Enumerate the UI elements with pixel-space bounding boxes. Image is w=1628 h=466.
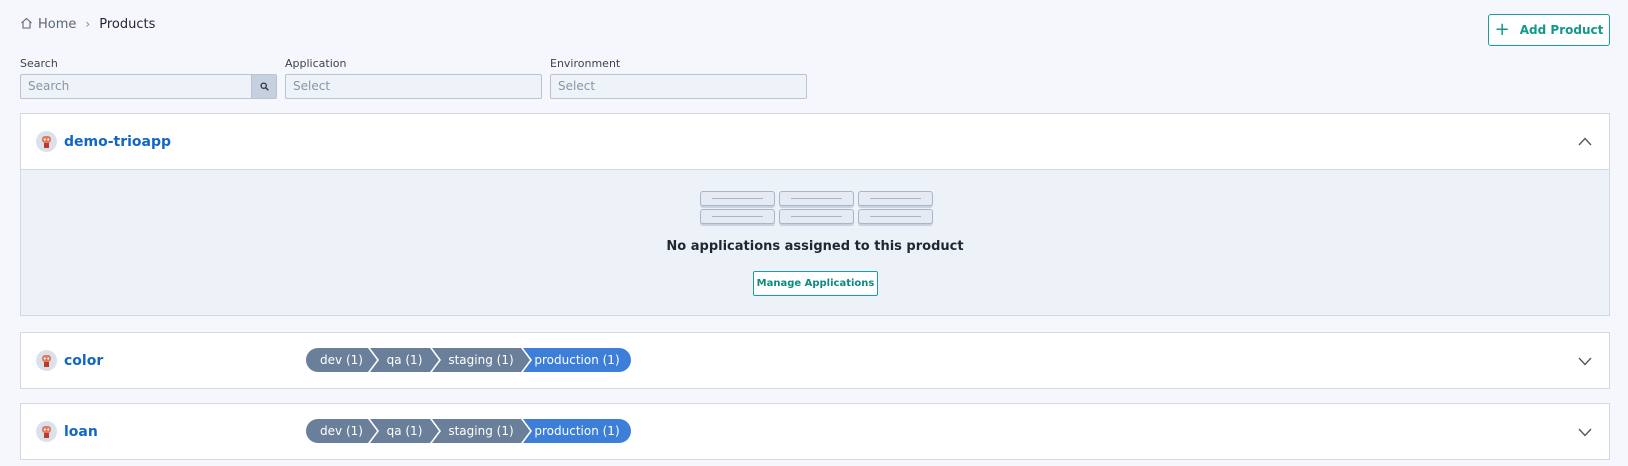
environment-placeholder: Select: [558, 79, 596, 93]
product-name[interactable]: loan: [64, 424, 98, 440]
search-placeholder: Search: [28, 79, 70, 93]
stage-staging[interactable]: staging (1): [432, 419, 530, 443]
breadcrumb-separator: ›: [85, 17, 91, 31]
product-avatar: [36, 350, 57, 371]
stage-dev[interactable]: dev (1): [306, 419, 377, 443]
manage-applications-button[interactable]: Manage Applications: [753, 271, 878, 296]
empty-state: No applications assigned to this product…: [21, 169, 1609, 315]
stage-qa[interactable]: qa (1): [370, 348, 439, 372]
product-header[interactable]: color dev (1) qa (1) staging (1) product…: [21, 333, 1609, 388]
breadcrumb-home[interactable]: Home: [20, 17, 76, 32]
product-avatar: [36, 421, 57, 442]
stage-qa[interactable]: qa (1): [370, 419, 439, 443]
product-card-color: color dev (1) qa (1) staging (1) product…: [20, 332, 1610, 389]
breadcrumb: Home › Products: [20, 14, 155, 34]
product-name[interactable]: demo-trioapp: [64, 134, 171, 150]
application-placeholder: Select: [293, 79, 331, 93]
stage-staging[interactable]: staging (1): [432, 348, 530, 372]
empty-illustration: [700, 191, 936, 225]
environment-label: Environment: [550, 57, 621, 70]
stage-dev[interactable]: dev (1): [306, 348, 377, 372]
product-card-demo-trioapp: demo-trioapp No applications assigned to…: [20, 113, 1610, 316]
product-name[interactable]: color: [64, 353, 103, 369]
search-filter: Search Search: [20, 57, 277, 99]
environment-pipeline: dev (1) qa (1) staging (1) production (1…: [306, 348, 631, 372]
product-card-loan: loan dev (1) qa (1) staging (1) producti…: [20, 403, 1610, 460]
stage-production[interactable]: production (1): [523, 419, 631, 443]
product-avatar: [36, 131, 57, 152]
plus-icon: +: [1494, 18, 1510, 40]
application-select[interactable]: Select: [285, 74, 542, 99]
search-icon: [259, 82, 269, 91]
environment-select[interactable]: Select: [550, 74, 807, 99]
add-product-button[interactable]: + Add Product: [1488, 14, 1610, 46]
add-product-label: Add Product: [1519, 23, 1604, 37]
search-input[interactable]: Search: [20, 74, 277, 99]
robot-icon: [42, 136, 51, 148]
chevron-down-icon[interactable]: [1577, 424, 1593, 440]
application-label: Application: [285, 57, 347, 70]
empty-message: No applications assigned to this product: [666, 239, 964, 254]
robot-icon: [42, 355, 51, 367]
chevron-down-icon[interactable]: [1577, 353, 1593, 369]
environment-pipeline: dev (1) qa (1) staging (1) production (1…: [306, 419, 631, 443]
chevron-up-icon[interactable]: [1577, 134, 1593, 150]
robot-icon: [42, 426, 51, 438]
stage-production[interactable]: production (1): [523, 348, 631, 372]
environment-filter: Environment Select: [550, 57, 807, 99]
home-icon: [21, 17, 32, 29]
search-label: Search: [20, 57, 58, 70]
search-button[interactable]: [251, 75, 276, 98]
product-header[interactable]: demo-trioapp: [21, 114, 1609, 169]
product-header[interactable]: loan dev (1) qa (1) staging (1) producti…: [21, 404, 1609, 459]
breadcrumb-home-label: Home: [38, 16, 77, 32]
breadcrumb-current: Products: [99, 16, 156, 32]
application-filter: Application Select: [285, 57, 542, 99]
